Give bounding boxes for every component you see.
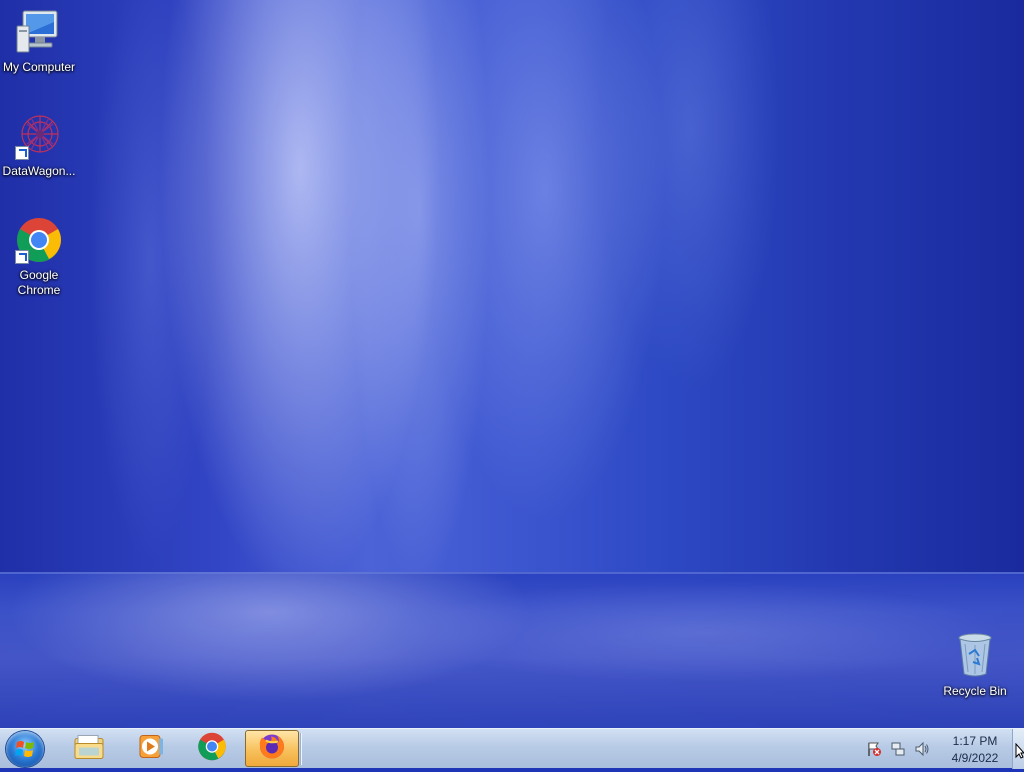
- taskbar: 1:17 PM 4/9/2022: [0, 728, 1024, 769]
- google-chrome-shortcut[interactable]: Google Chrome: [0, 216, 78, 298]
- clock-time: 1:17 PM: [952, 734, 998, 748]
- firefox-icon: [257, 731, 287, 766]
- taskbar-media-player-button[interactable]: [124, 730, 178, 767]
- datawagon-label: DataWagon...: [2, 164, 76, 178]
- chrome-icon: [15, 216, 63, 264]
- recycle-bin[interactable]: Recycle Bin: [936, 632, 1014, 699]
- recycle-bin-icon: [951, 632, 999, 680]
- network-icon[interactable]: [890, 741, 906, 757]
- recycle-bin-label: Recycle Bin: [943, 684, 1007, 698]
- windows-logo-icon: [15, 741, 34, 757]
- action-center-flag-icon[interactable]: [866, 741, 882, 757]
- clock[interactable]: 1:17 PM 4/9/2022: [936, 733, 1014, 767]
- shortcut-arrow-icon: [15, 250, 29, 264]
- folder-icon: [73, 732, 105, 765]
- desktop: My Computer DataWagon... Google Chrome R…: [0, 0, 1024, 728]
- taskbar-explorer-button[interactable]: [62, 730, 116, 767]
- chrome-icon: [197, 731, 227, 766]
- clock-date: 4/9/2022: [951, 751, 999, 765]
- datawagon-icon: [15, 112, 63, 160]
- computer-icon: [15, 8, 63, 56]
- my-computer-shortcut[interactable]: My Computer: [0, 8, 78, 75]
- start-button[interactable]: [6, 731, 44, 767]
- mouse-cursor-icon: [1015, 743, 1024, 759]
- media-player-icon: [137, 732, 165, 765]
- google-chrome-label: Google Chrome: [17, 268, 61, 297]
- taskbar-firefox-button[interactable]: [245, 730, 299, 767]
- datawagon-shortcut[interactable]: DataWagon...: [0, 112, 78, 179]
- taskbar-chrome-button[interactable]: [185, 730, 239, 767]
- shortcut-arrow-icon: [15, 146, 29, 160]
- wallpaper-floor: [0, 572, 1024, 728]
- taskbar-separator: [300, 733, 302, 765]
- my-computer-label: My Computer: [2, 60, 76, 74]
- volume-icon[interactable]: [914, 741, 930, 757]
